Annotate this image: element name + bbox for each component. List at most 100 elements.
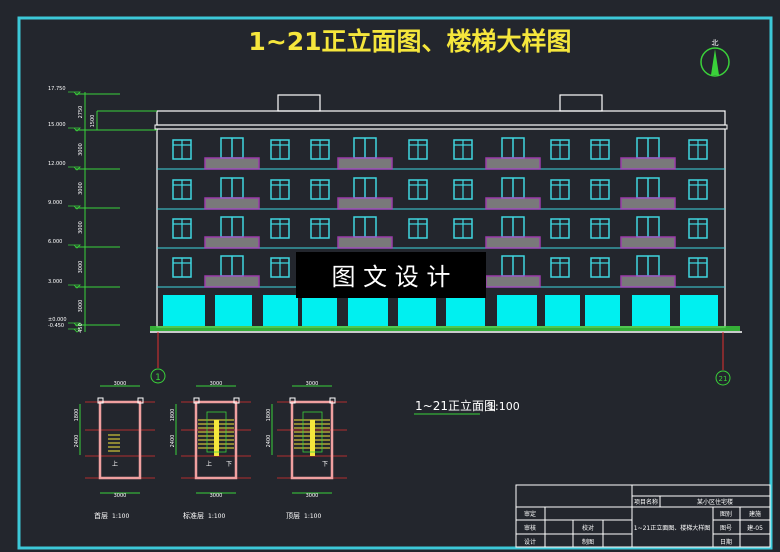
shop-front (348, 295, 388, 326)
window (550, 179, 570, 200)
window (590, 139, 610, 160)
balcony-door (204, 177, 260, 210)
window (310, 139, 330, 160)
balcony (485, 197, 541, 210)
balcony-door (485, 255, 541, 288)
stair-details: 300018002400上3000首层 1:100300018002400上 下30… (74, 381, 347, 520)
dimension-label: 2400 (170, 435, 176, 448)
balcony-door (485, 216, 541, 249)
right-value: 建-05 (747, 524, 763, 532)
stair-direction-label: 上 (112, 460, 118, 468)
level-symbol-icon (68, 166, 81, 171)
level-symbol-icon (68, 244, 81, 249)
top-dimension: 3000 (114, 381, 127, 387)
window (270, 218, 290, 239)
stair-scale: 1:100 (208, 513, 225, 520)
window (590, 257, 610, 278)
shop-front (585, 295, 620, 326)
watermark-text: 图 文 设 计 (332, 263, 451, 291)
balcony (485, 236, 541, 249)
axis-markers: 1 21 (150, 332, 731, 386)
balcony-door (620, 177, 676, 210)
shop-front (497, 295, 537, 326)
stair-handrail (214, 420, 219, 456)
dimension-label: 1800 (266, 409, 272, 422)
balcony-door (485, 137, 541, 170)
project-value: 某小区住宅楼 (697, 498, 733, 506)
level-symbol-icon (68, 127, 81, 132)
window (688, 218, 708, 239)
axis-label-left: 1 (155, 373, 161, 383)
dimension-label: 2400 (266, 435, 272, 448)
dimension-label: 450 (78, 323, 84, 333)
balcony-door (337, 177, 393, 210)
row-label: 审定 (524, 510, 536, 518)
level-label: 6.000 (48, 239, 62, 245)
balcony (204, 157, 260, 170)
level-label: 3.000 (48, 279, 62, 285)
stair-name: 顶层 (286, 512, 300, 520)
window (688, 139, 708, 160)
shop-front (215, 295, 252, 326)
shop-front (302, 295, 337, 326)
window (270, 179, 290, 200)
balcony (337, 157, 393, 170)
top-dimension: 3000 (210, 381, 223, 387)
balcony-door (204, 255, 260, 288)
dimension-label: 3000 (78, 261, 84, 274)
balcony (204, 275, 260, 288)
balcony (620, 157, 676, 170)
stair-name: 首层 (94, 511, 108, 520)
north-label: 北 (712, 39, 719, 47)
window (688, 179, 708, 200)
drawing-title: 1~21正立面图、楼梯大样图 (248, 27, 571, 56)
balcony-door (337, 137, 393, 170)
dimension-label: 3000 (78, 182, 84, 195)
right-label: 图别 (720, 510, 732, 518)
top-dimension: 3000 (306, 381, 319, 387)
level-symbol-icon (68, 284, 81, 289)
axis-label-right: 21 (719, 375, 728, 383)
shop-front (632, 295, 670, 326)
dimension-label: 1800 (74, 409, 80, 422)
level-symbol-icon (68, 91, 81, 96)
right-value: 建施 (749, 510, 761, 518)
window (408, 218, 428, 239)
dimension-label: 1500 (90, 115, 96, 128)
window (550, 218, 570, 239)
window (453, 218, 473, 239)
balcony (485, 275, 541, 288)
balcony-door (485, 177, 541, 210)
project-label: 项目名称 (634, 498, 658, 506)
window (310, 179, 330, 200)
stair-scale: 1:100 (304, 513, 321, 520)
cad-drawing: 1~21正立面图、楼梯大样图 北 17.750 15.000 12.000 9.000… (17, 16, 773, 550)
stair-plan: 3000 1800 2400 下 3000 顶层 1:100 (266, 381, 347, 520)
row-label: 校对 (582, 524, 594, 532)
stair-name: 标准层 (183, 511, 204, 520)
balcony (620, 197, 676, 210)
window (408, 139, 428, 160)
window (453, 179, 473, 200)
bottom-dimension: 3000 (210, 493, 223, 499)
stair-direction-label: 上 (206, 460, 212, 468)
right-label: 图号 (720, 525, 732, 532)
level-annotations: 17.75015.00012.0009.0006.0003.000±0.000-… (48, 86, 157, 333)
window (172, 139, 192, 160)
window (453, 139, 473, 160)
row-label: 审核 (524, 524, 536, 532)
stair-plan: 3000 1800 2400 上 3000 首层 1:100 (74, 381, 155, 520)
balcony (337, 236, 393, 249)
window (590, 179, 610, 200)
window (172, 218, 192, 239)
stair-plan: 3000 1800 2400 上 下 3000 标准层 1:100 (170, 381, 251, 520)
level-label: -0.450 (48, 323, 64, 329)
balcony (204, 197, 260, 210)
balcony-door (204, 216, 260, 249)
dimension-label: 2750 (78, 106, 84, 119)
dimension-label: 3000 (78, 221, 84, 234)
level-label: 17.750 (48, 86, 66, 92)
bottom-dimension: 3000 (114, 493, 127, 499)
balcony (620, 236, 676, 249)
shop-front (680, 295, 718, 326)
